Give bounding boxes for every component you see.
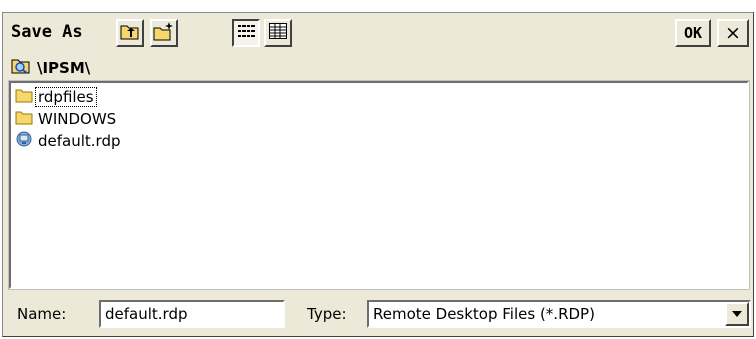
list-view-button[interactable] — [232, 19, 260, 47]
dialog-title: Save As — [11, 22, 83, 42]
list-view-icon — [236, 22, 256, 45]
type-value: Remote Desktop Files (*.RDP) — [373, 305, 595, 323]
chevron-down-icon — [731, 305, 743, 323]
folder-icon — [15, 109, 33, 129]
file-name: WINDOWS — [38, 110, 117, 128]
remote-desktop-file-icon — [15, 130, 33, 152]
file-name: default.rdp — [38, 132, 121, 150]
close-button[interactable]: × — [717, 19, 749, 47]
title-bar: Save As OK × — [3, 13, 753, 53]
new-folder-icon — [153, 21, 175, 46]
up-folder-button[interactable] — [116, 19, 144, 47]
name-input[interactable]: default.rdp — [99, 300, 285, 328]
up-folder-icon — [120, 22, 140, 45]
list-item-windows[interactable]: WINDOWS — [15, 108, 118, 130]
folder-icon — [15, 87, 33, 107]
list-item-rdpfiles[interactable]: rdpfiles — [15, 86, 97, 108]
details-view-icon — [268, 22, 288, 45]
file-name: rdpfiles — [35, 87, 97, 107]
new-folder-button[interactable] — [150, 19, 178, 47]
ok-button[interactable]: OK — [675, 19, 711, 47]
details-view-button[interactable] — [264, 19, 292, 47]
bottom-bar: Name: default.rdp Type: Remote Desktop F… — [3, 293, 753, 333]
name-label: Name: — [17, 305, 67, 323]
save-as-dialog: Save As OK × \IPSM\ rdpfiles WINDOWS def… — [2, 12, 754, 337]
list-item-default-rdp[interactable]: default.rdp — [15, 130, 123, 152]
current-path: \IPSM\ — [11, 57, 90, 79]
type-dropdown-button[interactable] — [725, 302, 749, 326]
path-label: \IPSM\ — [37, 59, 91, 77]
file-list[interactable]: rdpfiles WINDOWS default.rdp — [8, 80, 750, 290]
folder-search-icon — [11, 57, 31, 80]
type-label: Type: — [307, 305, 347, 323]
type-select[interactable]: Remote Desktop Files (*.RDP) — [367, 300, 751, 328]
